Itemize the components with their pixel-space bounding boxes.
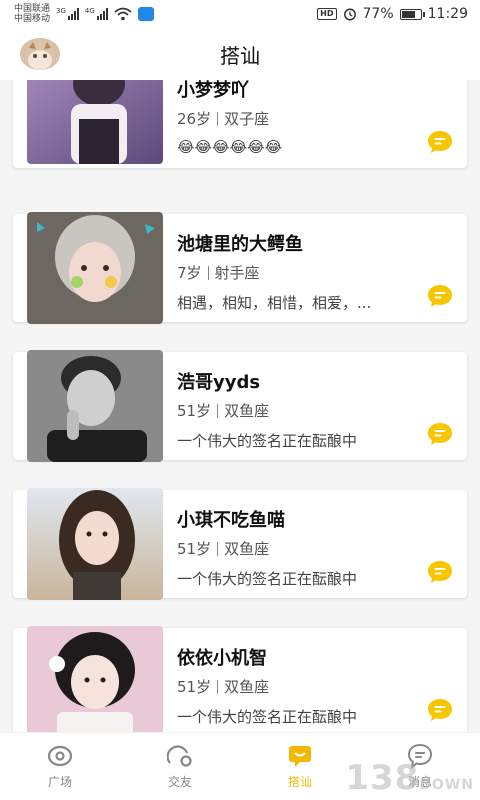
chat-button-icon[interactable] [427, 284, 453, 308]
user-card[interactable]: 小梦梦吖 26岁 双子座 😂😂😂😂😂😂 [13, 80, 467, 168]
user-zodiac: 双鱼座 [224, 540, 270, 558]
user-meta: 51岁 双鱼座 [177, 538, 269, 559]
user-name: 小梦梦吖 [177, 80, 249, 101]
user-photo[interactable] [27, 80, 163, 164]
tab-label: 广场 [47, 775, 72, 789]
battery-icon [399, 8, 425, 20]
user-list[interactable]: 小梦梦吖 26岁 双子座 😂😂😂😂😂😂 池塘里的大鳄鱼 7岁 射手座 相遇，相知… [0, 80, 480, 732]
user-signature: 相遇，相知，相惜，相爱，... [177, 294, 372, 312]
user-age: 51岁 [177, 678, 212, 696]
friends-icon [167, 745, 192, 767]
watermark: 138DOWN [345, 758, 474, 798]
chat-button-icon[interactable] [427, 422, 453, 446]
watermark-suffix: DOWN [419, 777, 474, 793]
user-age: 51岁 [177, 402, 212, 420]
carrier-2: 中国移动 [14, 14, 51, 24]
user-signature: 一个伟大的签名正在酝酿中 [177, 708, 358, 726]
chat-button-icon[interactable] [427, 560, 453, 584]
user-name: 小琪不吃鱼喵 [177, 510, 285, 531]
tab-chat[interactable]: 搭讪 [240, 733, 360, 800]
user-meta: 26岁 双子座 [177, 108, 269, 129]
chat-button-icon[interactable] [427, 130, 453, 154]
user-photo[interactable] [27, 626, 163, 732]
user-signature: 一个伟大的签名正在酝酿中 [177, 432, 358, 450]
user-meta: 51岁 双鱼座 [177, 676, 269, 697]
user-photo[interactable] [27, 350, 163, 462]
user-zodiac: 双子座 [224, 110, 270, 128]
alarm-icon [343, 8, 356, 21]
plaza-icon [47, 745, 73, 767]
tab-plaza[interactable]: 广场 [0, 733, 120, 800]
page-title: 搭讪 [220, 43, 260, 68]
user-meta: 7岁 射手座 [177, 262, 260, 283]
app-header: 搭讪 [0, 28, 480, 80]
app-notification-icon [137, 7, 154, 21]
signal-2-icon: 4G [85, 8, 108, 20]
user-zodiac: 双鱼座 [224, 402, 270, 420]
user-card[interactable]: 小琪不吃鱼喵 51岁 双鱼座 一个伟大的签名正在酝酿中 [13, 488, 467, 600]
user-photo[interactable] [27, 488, 163, 600]
user-photo[interactable] [27, 212, 163, 324]
user-card[interactable]: 依依小机智 51岁 双鱼座 一个伟大的签名正在酝酿中 [13, 626, 467, 732]
user-zodiac: 双鱼座 [224, 678, 270, 696]
user-meta: 51岁 双鱼座 [177, 400, 269, 421]
user-signature: 😂😂😂😂😂😂 [177, 138, 283, 156]
chat-icon [289, 746, 311, 767]
user-card[interactable]: 池塘里的大鳄鱼 7岁 射手座 相遇，相知，相惜，相爱，... [13, 212, 467, 324]
battery-percent: 77% [362, 6, 394, 22]
hd-badge: HD [317, 8, 337, 20]
status-bar: 中国联通 中国移动 3G 4G HD 77% 11:29 [0, 0, 480, 28]
wifi-icon [114, 7, 132, 21]
user-avatar[interactable] [20, 38, 60, 70]
user-age: 7岁 [177, 264, 202, 282]
chat-button-icon[interactable] [427, 698, 453, 722]
user-zodiac: 射手座 [214, 264, 260, 282]
tab-friends[interactable]: 交友 [120, 733, 240, 800]
user-signature: 一个伟大的签名正在酝酿中 [177, 570, 358, 588]
clock: 11:29 [427, 6, 468, 22]
carrier-1: 中国联通 [14, 4, 51, 14]
user-age: 51岁 [177, 540, 212, 558]
signal-1-icon: 3G [56, 8, 79, 20]
tab-label: 搭讪 [287, 775, 312, 789]
user-card[interactable]: 浩哥yyds 51岁 双鱼座 一个伟大的签名正在酝酿中 [13, 350, 467, 462]
tab-label: 交友 [167, 775, 192, 789]
user-name: 浩哥yyds [177, 372, 261, 393]
user-age: 26岁 [177, 110, 212, 128]
carrier-labels: 中国联通 中国移动 [14, 4, 50, 24]
watermark-number: 138 [345, 758, 420, 798]
user-name: 依依小机智 [177, 648, 267, 669]
user-name: 池塘里的大鳄鱼 [177, 234, 303, 255]
